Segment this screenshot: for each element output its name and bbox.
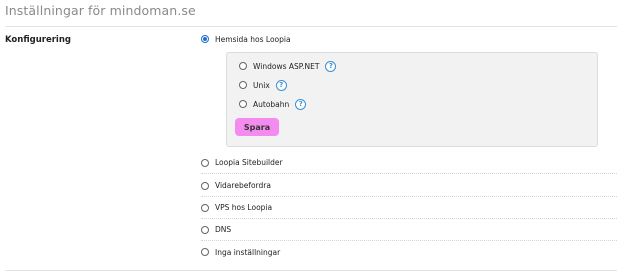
option-vidarebefordra[interactable]: Vidarebefordra (201, 175, 617, 197)
option-label: Hemsida hos Loopia (215, 34, 291, 44)
save-button[interactable]: Spara (235, 118, 279, 136)
configuration-label: Konfigurering (5, 35, 71, 45)
radio-inga-installningar[interactable] (201, 248, 209, 256)
radio-windows-aspnet[interactable] (239, 62, 247, 70)
option-label: VPS hos Loopia (215, 203, 273, 212)
help-icon[interactable]: ? (325, 60, 337, 72)
option-autobahn[interactable]: Autobahn ? (239, 97, 307, 111)
option-label: Windows ASP.NET (253, 61, 320, 71)
option-label: Unix (253, 80, 270, 90)
option-label: Autobahn (253, 99, 290, 109)
radio-dns[interactable] (201, 225, 209, 234)
option-label: Vidarebefordra (215, 181, 271, 190)
help-icon[interactable]: ? (275, 79, 287, 91)
option-hemsida-hos-loopia[interactable]: Hemsida hos Loopia (201, 28, 617, 50)
radio-autobahn[interactable] (239, 100, 247, 108)
radio-loopia-sitebuilder[interactable] (201, 158, 209, 167)
option-label: DNS (215, 225, 232, 234)
option-vps-hos-loopia[interactable]: VPS hos Loopia (201, 197, 617, 219)
radio-vidarebefordra[interactable] (201, 181, 209, 190)
option-windows-aspnet[interactable]: Windows ASP.NET ? (239, 59, 337, 73)
radio-unix[interactable] (239, 81, 247, 89)
help-icon[interactable]: ? (295, 98, 307, 110)
radio-vps-hos-loopia[interactable] (201, 203, 209, 212)
option-dns[interactable]: DNS (201, 219, 617, 241)
header-divider (5, 26, 617, 27)
hosting-subpanel: Windows ASP.NET ? Unix ? Autobahn ? Spar… (226, 52, 598, 147)
radio-hemsida-hos-loopia[interactable] (201, 35, 209, 43)
option-label: Loopia Sitebuilder (215, 158, 283, 167)
option-loopia-sitebuilder[interactable]: Loopia Sitebuilder (201, 152, 617, 174)
option-inga-installningar[interactable]: Inga inställningar (201, 241, 617, 263)
option-label: Inga inställningar (215, 247, 281, 257)
footer-divider (5, 270, 617, 271)
option-unix[interactable]: Unix ? (239, 78, 287, 92)
page-title: Inställningar för mindoman.se (5, 3, 196, 18)
